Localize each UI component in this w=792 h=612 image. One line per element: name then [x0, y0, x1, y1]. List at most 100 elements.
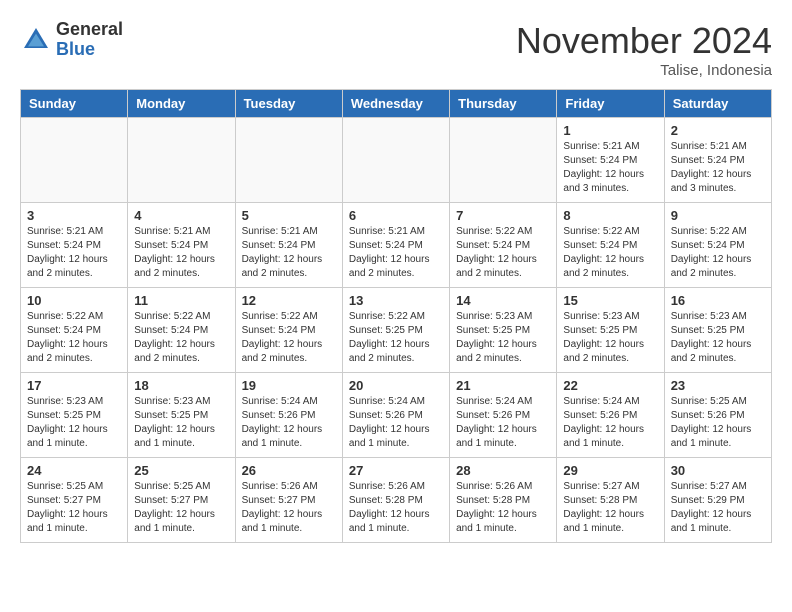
calendar-cell: 24 Sunrise: 5:25 AM Sunset: 5:27 PM Dayli… [21, 458, 128, 543]
day-info: Sunrise: 5:25 AM Sunset: 5:27 PM Dayligh… [134, 480, 228, 536]
day-number: 17 [27, 378, 121, 393]
day-number: 18 [134, 378, 228, 393]
calendar-cell [450, 118, 557, 203]
calendar-cell: 3 Sunrise: 5:21 AM Sunset: 5:24 PM Daylig… [21, 203, 128, 288]
calendar-cell: 1 Sunrise: 5:21 AM Sunset: 5:24 PM Daylig… [557, 118, 664, 203]
month-title: November 2024 [516, 20, 772, 62]
day-number: 9 [671, 208, 765, 223]
calendar-cell [342, 118, 449, 203]
week-row: 1 Sunrise: 5:21 AM Sunset: 5:24 PM Daylig… [21, 118, 772, 203]
calendar-cell: 11Sunrise: 5:22 AM Sunset: 5:24 PM Dayli… [128, 288, 235, 373]
location: Talise, Indonesia [516, 62, 772, 79]
calendar-cell: 5 Sunrise: 5:21 AM Sunset: 5:24 PM Daylig… [235, 203, 342, 288]
day-info: Sunrise: 5:23 AM Sunset: 5:25 PM Dayligh… [671, 310, 765, 366]
day-number: 21 [456, 378, 550, 393]
week-row: 17 Sunrise: 5:23 AM Sunset: 5:25 PM Dayli… [21, 373, 772, 458]
day-number: 11 [134, 293, 228, 308]
day-number: 30 [671, 463, 765, 478]
day-number: 7 [456, 208, 550, 223]
calendar-cell: 13 Sunrise: 5:22 AM Sunset: 5:25 PM Dayli… [342, 288, 449, 373]
day-info: Sunrise: 5:21 AM Sunset: 5:24 PM Dayligh… [242, 225, 336, 281]
calendar-cell: 27Sunrise: 5:26 AM Sunset: 5:28 PM Dayli… [342, 458, 449, 543]
day-number: 8 [563, 208, 657, 223]
calendar-cell: 29 Sunrise: 5:27 AM Sunset: 5:28 PM Dayli… [557, 458, 664, 543]
calendar-body: 1 Sunrise: 5:21 AM Sunset: 5:24 PM Daylig… [21, 118, 772, 543]
day-info: Sunrise: 5:21 AM Sunset: 5:24 PM Dayligh… [671, 140, 765, 196]
day-number: 15 [563, 293, 657, 308]
logo-general: General [56, 20, 123, 40]
header-day: Sunday [21, 90, 128, 118]
calendar-cell: 20Sunrise: 5:24 AM Sunset: 5:26 PM Dayli… [342, 373, 449, 458]
day-info: Sunrise: 5:22 AM Sunset: 5:24 PM Dayligh… [563, 225, 657, 281]
day-number: 22 [563, 378, 657, 393]
calendar-cell: 12Sunrise: 5:22 AM Sunset: 5:24 PM Dayli… [235, 288, 342, 373]
day-number: 26 [242, 463, 336, 478]
header-day: Monday [128, 90, 235, 118]
day-number: 16 [671, 293, 765, 308]
day-number: 23 [671, 378, 765, 393]
calendar-cell: 8 Sunrise: 5:22 AM Sunset: 5:24 PM Daylig… [557, 203, 664, 288]
day-number: 5 [242, 208, 336, 223]
day-info: Sunrise: 5:23 AM Sunset: 5:25 PM Dayligh… [27, 395, 121, 451]
day-number: 12 [242, 293, 336, 308]
calendar-cell: 18 Sunrise: 5:23 AM Sunset: 5:25 PM Dayli… [128, 373, 235, 458]
header-day: Friday [557, 90, 664, 118]
day-info: Sunrise: 5:26 AM Sunset: 5:27 PM Dayligh… [242, 480, 336, 536]
header-day: Thursday [450, 90, 557, 118]
day-info: Sunrise: 5:23 AM Sunset: 5:25 PM Dayligh… [563, 310, 657, 366]
calendar-cell: 4Sunrise: 5:21 AM Sunset: 5:24 PM Daylig… [128, 203, 235, 288]
day-number: 24 [27, 463, 121, 478]
day-info: Sunrise: 5:27 AM Sunset: 5:28 PM Dayligh… [563, 480, 657, 536]
day-info: Sunrise: 5:24 AM Sunset: 5:26 PM Dayligh… [456, 395, 550, 451]
week-row: 24 Sunrise: 5:25 AM Sunset: 5:27 PM Dayli… [21, 458, 772, 543]
day-info: Sunrise: 5:21 AM Sunset: 5:24 PM Dayligh… [27, 225, 121, 281]
day-number: 28 [456, 463, 550, 478]
day-number: 29 [563, 463, 657, 478]
calendar-cell: 25 Sunrise: 5:25 AM Sunset: 5:27 PM Dayli… [128, 458, 235, 543]
calendar-cell: 28Sunrise: 5:26 AM Sunset: 5:28 PM Dayli… [450, 458, 557, 543]
header-row: SundayMondayTuesdayWednesdayThursdayFrid… [21, 90, 772, 118]
page-header: General Blue November 2024 Talise, Indon… [20, 20, 772, 79]
day-info: Sunrise: 5:21 AM Sunset: 5:24 PM Dayligh… [563, 140, 657, 196]
day-number: 13 [349, 293, 443, 308]
day-number: 14 [456, 293, 550, 308]
calendar-cell: 9Sunrise: 5:22 AM Sunset: 5:24 PM Daylig… [664, 203, 771, 288]
day-number: 20 [349, 378, 443, 393]
day-info: Sunrise: 5:22 AM Sunset: 5:25 PM Dayligh… [349, 310, 443, 366]
day-info: Sunrise: 5:21 AM Sunset: 5:24 PM Dayligh… [349, 225, 443, 281]
day-number: 3 [27, 208, 121, 223]
day-number: 10 [27, 293, 121, 308]
day-info: Sunrise: 5:25 AM Sunset: 5:27 PM Dayligh… [27, 480, 121, 536]
day-info: Sunrise: 5:23 AM Sunset: 5:25 PM Dayligh… [456, 310, 550, 366]
calendar-cell [235, 118, 342, 203]
calendar-cell: 15 Sunrise: 5:23 AM Sunset: 5:25 PM Dayli… [557, 288, 664, 373]
day-info: Sunrise: 5:25 AM Sunset: 5:26 PM Dayligh… [671, 395, 765, 451]
calendar-cell: 22 Sunrise: 5:24 AM Sunset: 5:26 PM Dayli… [557, 373, 664, 458]
calendar-cell: 16 Sunrise: 5:23 AM Sunset: 5:25 PM Dayli… [664, 288, 771, 373]
calendar-cell [128, 118, 235, 203]
day-number: 25 [134, 463, 228, 478]
calendar-cell: 2 Sunrise: 5:21 AM Sunset: 5:24 PM Daylig… [664, 118, 771, 203]
calendar-cell: 26 Sunrise: 5:26 AM Sunset: 5:27 PM Dayli… [235, 458, 342, 543]
calendar-cell: 17 Sunrise: 5:23 AM Sunset: 5:25 PM Dayli… [21, 373, 128, 458]
calendar-cell [21, 118, 128, 203]
day-number: 27 [349, 463, 443, 478]
title-section: November 2024 Talise, Indonesia [516, 20, 772, 79]
day-info: Sunrise: 5:24 AM Sunset: 5:26 PM Dayligh… [242, 395, 336, 451]
header-day: Saturday [664, 90, 771, 118]
calendar-cell: 21 Sunrise: 5:24 AM Sunset: 5:26 PM Dayli… [450, 373, 557, 458]
calendar-cell: 23 Sunrise: 5:25 AM Sunset: 5:26 PM Dayli… [664, 373, 771, 458]
day-info: Sunrise: 5:21 AM Sunset: 5:24 PM Dayligh… [134, 225, 228, 281]
calendar-cell: 10Sunrise: 5:22 AM Sunset: 5:24 PM Dayli… [21, 288, 128, 373]
day-info: Sunrise: 5:23 AM Sunset: 5:25 PM Dayligh… [134, 395, 228, 451]
day-info: Sunrise: 5:24 AM Sunset: 5:26 PM Dayligh… [563, 395, 657, 451]
calendar-cell: 14 Sunrise: 5:23 AM Sunset: 5:25 PM Dayli… [450, 288, 557, 373]
header-day: Tuesday [235, 90, 342, 118]
day-number: 1 [563, 123, 657, 138]
calendar: SundayMondayTuesdayWednesdayThursdayFrid… [20, 89, 772, 543]
calendar-cell: 19Sunrise: 5:24 AM Sunset: 5:26 PM Dayli… [235, 373, 342, 458]
logo-icon [20, 24, 52, 56]
day-number: 2 [671, 123, 765, 138]
header-day: Wednesday [342, 90, 449, 118]
logo: General Blue [20, 20, 123, 60]
